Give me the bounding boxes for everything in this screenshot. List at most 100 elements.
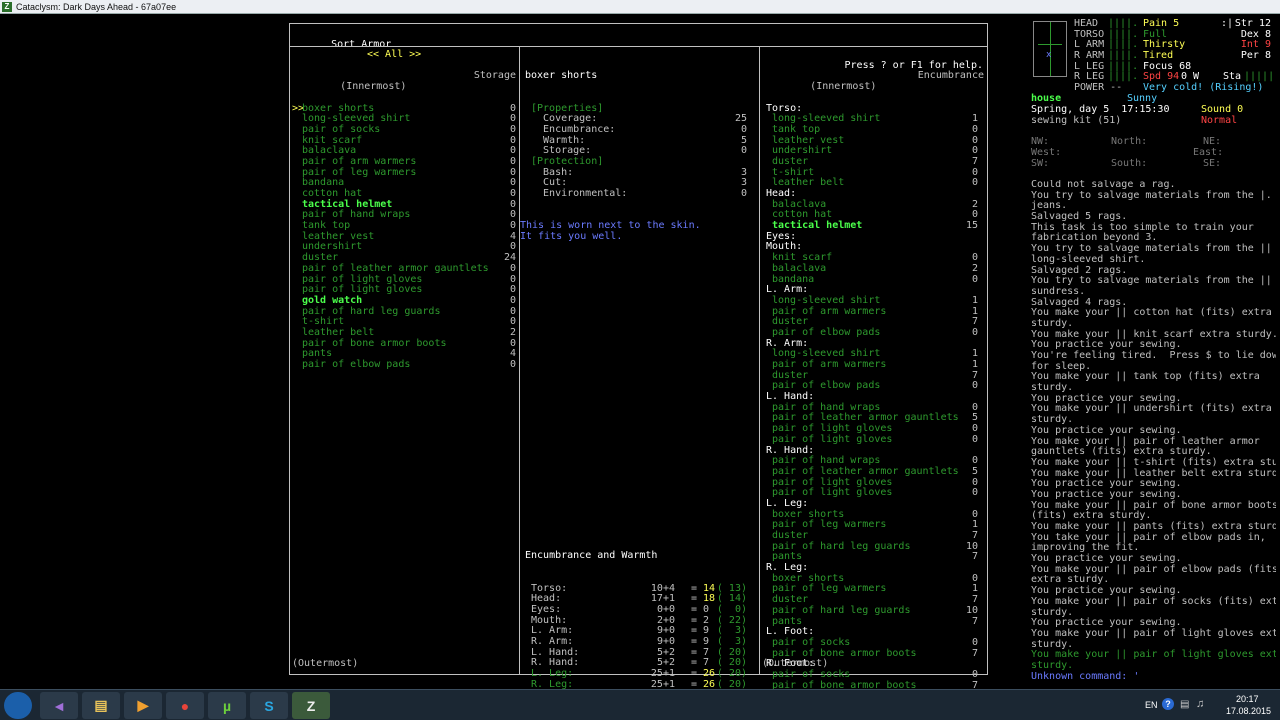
taskbar-app-skype[interactable]: S — [250, 692, 288, 719]
covering-item-encumbrance: 5 — [971, 465, 978, 477]
compass-sw: SW: — [1031, 158, 1050, 169]
body-part-item[interactable]: long-sleeved shirt 1 — [762, 294, 984, 307]
body-part-item[interactable]: pair of hard leg guards 10 — [762, 604, 984, 617]
covering-item-name: balaclava — [772, 262, 827, 274]
header-divider — [290, 46, 987, 47]
stat-value: Per 8 — [1240, 50, 1271, 62]
body-part-label: R LEG — [1074, 71, 1105, 83]
game-screen[interactable]: Sort Armor << All >> Press ? or F1 for h… — [0, 14, 1280, 711]
compass-se: SE: — [1203, 158, 1222, 169]
innermost-label: (Innermost) — [340, 81, 407, 93]
covering-item-name: pair of light gloves — [772, 433, 893, 445]
taskbar-app-media-player[interactable]: ▶ — [124, 692, 162, 719]
taskbar: ◄ ▤ ▶ ● µ S Z EN ? ▤ ♫ 20:17 17.08.2015 — [0, 689, 1280, 720]
taskbar-app-visual-studio[interactable]: ◄ — [40, 692, 78, 719]
volume-icon[interactable]: ♫ — [1196, 698, 1204, 710]
covering-item-encumbrance: 7 — [971, 615, 978, 627]
body-part-label: L ARM — [1074, 39, 1105, 51]
covering-item-encumbrance: 0 — [971, 273, 978, 285]
body-part-health: HEAD ||||. TORSO ||||. L ARM ||||. R ARM ||||. L… — [1074, 18, 1142, 83]
media-player-icon: ▶ — [137, 697, 149, 713]
temperature-status: Very cold! (Rising!) — [1143, 82, 1264, 93]
worn-item-storage: 0 — [509, 359, 516, 370]
item-property: Environmental: 0 — [525, 188, 753, 200]
worn-item[interactable]: pair of socks 0 — [292, 123, 516, 136]
taskbar-app-cataclysm[interactable]: Z — [292, 692, 330, 719]
language-indicator[interactable]: EN — [1145, 700, 1158, 710]
outermost-label: (Outermost) — [292, 658, 359, 670]
property-label: Environmental: — [531, 188, 628, 199]
encumbrance-title: Encumbrance and Warmth — [525, 550, 658, 562]
body-part-header: (Innermost) Encumbrance — [762, 71, 984, 92]
help-icon[interactable]: ? — [1162, 698, 1174, 710]
item-property: Encumbrance: 0 — [525, 123, 753, 136]
enc-result: 0 — [703, 603, 710, 615]
compass-s: South: — [1111, 158, 1148, 169]
worn-item[interactable]: pair of elbow pads 0 — [292, 359, 516, 371]
enc-equals: = — [691, 603, 698, 615]
covering-item-encumbrance: 2 — [971, 262, 978, 274]
window-titlebar: Z Cataclysm: Dark Days Ahead - 67a07ee — [0, 0, 1280, 14]
taskbar-app-utorrent[interactable]: µ — [208, 692, 246, 719]
enc-calc: 0+0 — [656, 603, 675, 615]
body-part-item[interactable]: balaclava 2 — [762, 262, 984, 275]
power-status: POWER -- — [1074, 82, 1123, 93]
worn-item-name: pair of socks — [302, 123, 381, 135]
worn-list-panel: (Innermost) Storage >> boxer shorts 0 long-… — [292, 50, 516, 672]
worn-item-name: gold watch — [302, 294, 363, 306]
divider-left — [519, 46, 520, 674]
item-details-panel: boxer shorts [Properties] Coverage: 25 En… — [520, 50, 753, 711]
worn-item-name: pair of leather armor gauntlets — [302, 262, 489, 274]
compass: NW: North: NE: West: East: SW: South: SE… — [1031, 136, 1276, 171]
enc-body-part: Eyes: — [531, 603, 562, 615]
covering-item-encumbrance: 15 — [965, 220, 978, 232]
armor-header: Sort Armor << All >> Press ? or F1 for h… — [295, 29, 983, 71]
body-part-item[interactable]: pair of light gloves 0 — [762, 433, 984, 446]
log-message: You make your || pair of light gloves ex… — [1031, 627, 1276, 639]
body-part-label: R ARM — [1074, 50, 1105, 62]
body-part-label: L LEG — [1074, 60, 1105, 72]
property-value: 0 — [740, 145, 747, 157]
taskbar-app-chrome[interactable]: ● — [166, 692, 204, 719]
covering-item-encumbrance: 0 — [971, 380, 978, 392]
clock-time[interactable]: 20:17 — [1236, 694, 1259, 704]
network-icon[interactable]: ▤ — [1180, 699, 1189, 710]
worn-item-storage: 0 — [509, 294, 516, 306]
start-button[interactable] — [4, 692, 32, 719]
app-icon: Z — [2, 2, 12, 12]
covering-item-name: pair of hard leg guards — [772, 604, 911, 616]
log-message: long-sleeved shirt. — [1031, 253, 1146, 265]
covering-item-name: long-sleeved shirt — [772, 294, 881, 306]
sort-label: Sort Armor — [331, 38, 392, 50]
skype-icon: S — [264, 697, 274, 714]
covering-item-encumbrance: 1 — [971, 294, 978, 306]
worn-item-storage: 0 — [509, 262, 516, 274]
log-message: You make your || pair of socks (fits) ex… — [1031, 595, 1276, 607]
body-part-item[interactable]: pair of leather armor gauntlets 5 — [762, 465, 984, 478]
taskbar-app-explorer[interactable]: ▤ — [82, 692, 120, 719]
innermost-label-right: (Innermost) — [810, 81, 877, 93]
storage-column-label: Storage — [473, 70, 516, 82]
encumbrance-row: Eyes: 0+0 = 0 ( 0) — [525, 603, 753, 616]
covering-item-encumbrance: 0 — [971, 123, 978, 135]
cataclysm-icon: Z — [306, 697, 316, 714]
current-activity: sewing kit (51) — [1031, 115, 1122, 126]
worn-item[interactable]: pair of leather armor gauntlets 0 — [292, 262, 516, 275]
property-label: Encumbrance: — [531, 123, 616, 135]
body-part-label: TORSO — [1074, 28, 1105, 40]
worn-item[interactable]: gold watch 0 — [292, 294, 516, 307]
property-value: 0 — [740, 123, 747, 135]
body-part-item[interactable]: tank top 0 — [762, 123, 984, 136]
log-message: You make your || t-shirt (fits) extra st… — [1031, 456, 1276, 468]
body-part-label: HEAD — [1074, 18, 1099, 29]
clock-date[interactable]: 17.08.2015 — [1226, 706, 1271, 716]
minimap: x — [1033, 21, 1067, 77]
utorrent-icon: µ — [222, 697, 232, 714]
covering-item-encumbrance: 0 — [971, 177, 978, 189]
covering-item-encumbrance: 7 — [971, 551, 978, 563]
covering-item-encumbrance: 0 — [971, 487, 978, 499]
compass-n: North: — [1111, 136, 1148, 147]
body-part-item[interactable]: pair of socks 0 — [762, 637, 984, 649]
covering-item-name: tank top — [772, 123, 821, 135]
window-title: Cataclysm: Dark Days Ahead - 67a07ee — [16, 2, 177, 12]
